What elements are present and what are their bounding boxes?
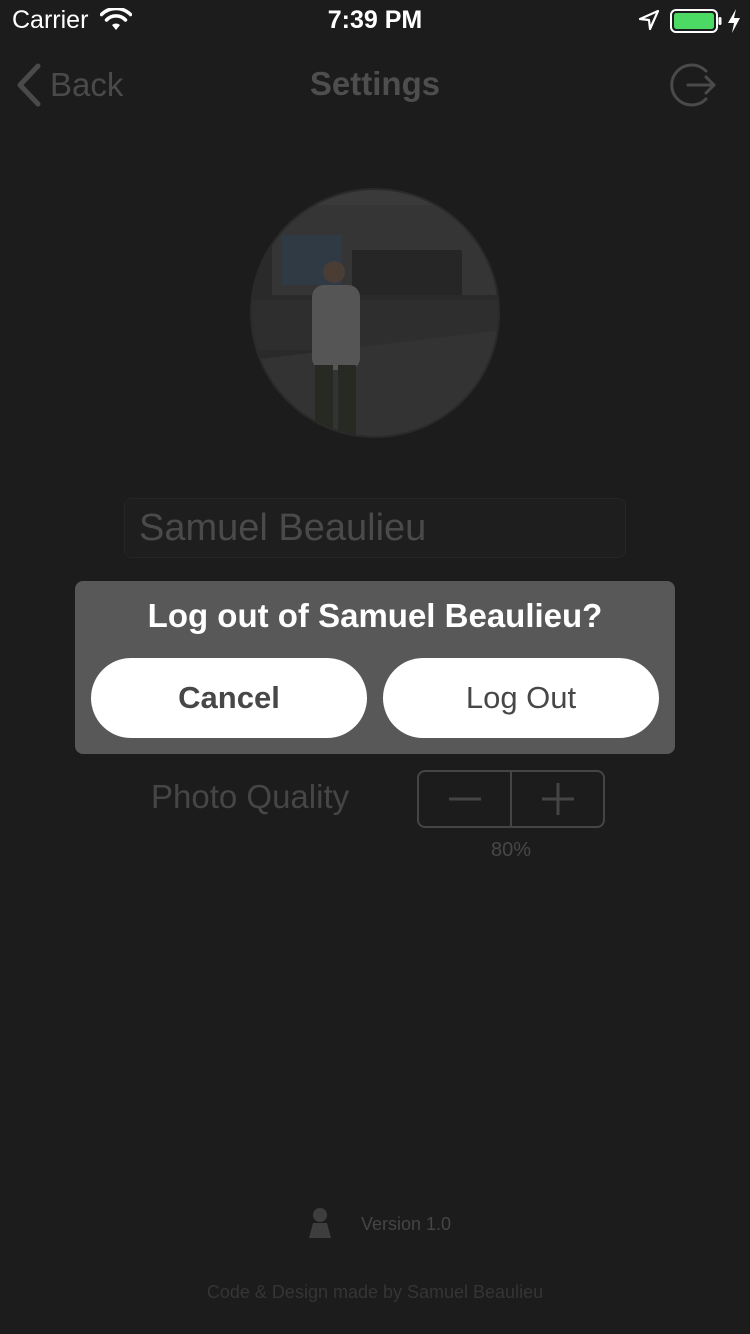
settings-screen: Carrier 7:39 PM Back Settings Samuel Bea… [0,0,750,1334]
profile-photo [252,190,498,436]
location-arrow-icon [638,9,660,31]
charging-bolt-icon [728,9,740,33]
alert-title: Log out of Samuel Beaulieu? [147,597,603,634]
photo-quality-value: 80% [490,839,532,861]
increment-button[interactable] [512,772,603,826]
name-field[interactable]: Samuel Beaulieu [124,498,626,558]
navigation-bar: Back Settings [0,55,750,115]
photo-quality-stepper [417,770,605,828]
version-label: Version 1.0 [361,1214,452,1234]
credits-label: Code & Design made by Samuel Beaulieu [206,1282,544,1302]
cancel-button[interactable]: Cancel [91,658,367,738]
decrement-button[interactable] [419,772,512,826]
battery-icon [670,9,722,33]
page-title: Settings [309,65,441,102]
photo-quality-label: Photo Quality [151,778,350,815]
status-bar: Carrier 7:39 PM [0,0,750,40]
log-out-button[interactable]: Log Out [383,658,659,738]
profile-avatar[interactable] [250,188,500,438]
app-logo-icon [309,1208,331,1238]
plus-icon [541,783,574,815]
name-value: Samuel Beaulieu [139,506,427,549]
logout-icon[interactable] [668,59,720,111]
logout-alert: Log out of Samuel Beaulieu? Cancel Log O… [75,581,675,754]
minus-icon [448,797,481,801]
